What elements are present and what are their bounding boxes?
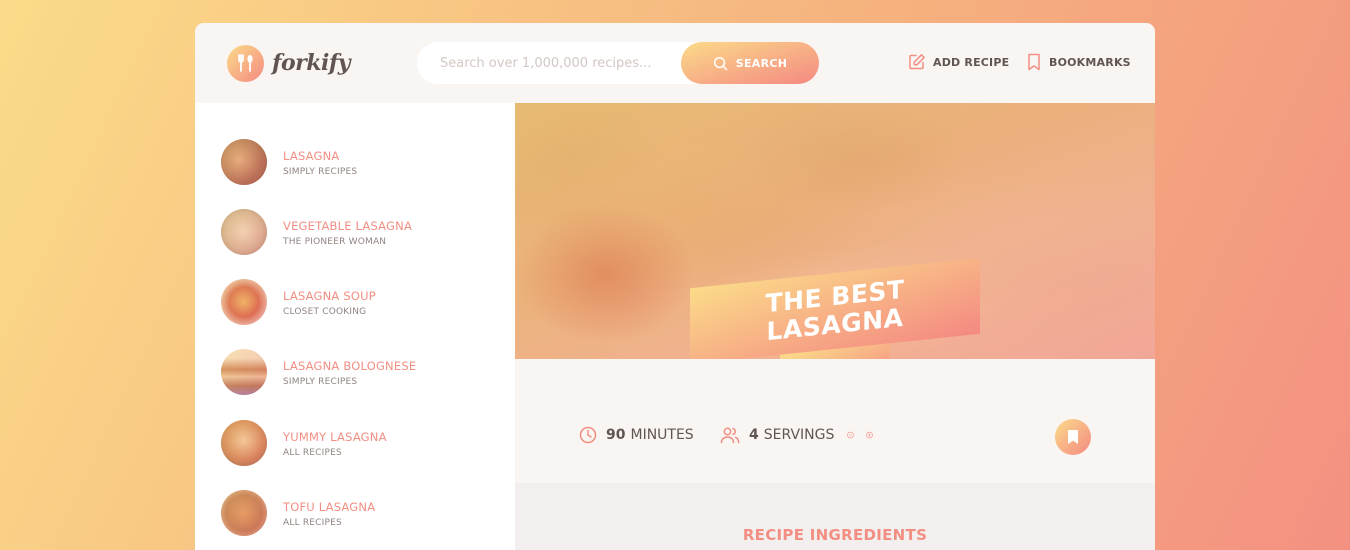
bookmarks-label: BOOKMARKS	[1049, 55, 1131, 69]
search-button-label: SEARCH	[735, 56, 788, 70]
edit-icon	[909, 54, 925, 70]
logo-text: forkify	[272, 50, 351, 76]
recipe-thumbnail	[221, 420, 267, 466]
add-recipe-button[interactable]: ADD RECIPE	[908, 53, 1009, 71]
result-title: YUMMY LASAGNA	[283, 429, 387, 444]
search-results: LASAGNA SIMPLY RECIPES VEGETABLE LASAGNA…	[195, 103, 515, 550]
servings-controls	[847, 427, 885, 443]
result-title: VEGETABLE LASAGNA	[283, 218, 413, 233]
bookmarks-button[interactable]: BOOKMARKS	[1026, 53, 1131, 71]
recipe-thumbnail	[221, 139, 267, 185]
users-icon	[720, 427, 740, 444]
recipe-thumbnail	[221, 490, 267, 536]
ingredients-section: RECIPE INGREDIENTS	[515, 483, 1155, 550]
result-title: LASAGNA SOUP	[283, 288, 376, 303]
result-item[interactable]: LASAGNA BOLOGNESE SIMPLY RECIPES	[221, 348, 501, 396]
bookmark-icon	[1028, 53, 1040, 71]
bookmark-recipe-button[interactable]	[1055, 419, 1091, 455]
header: forkify SEARCH ADD RECIPE BOOKMA	[195, 23, 1155, 103]
add-recipe-label: ADD RECIPE	[933, 55, 1010, 69]
result-item[interactable]: YUMMY LASAGNA ALL RECIPES	[221, 419, 501, 467]
servings: 4 SERVINGS	[720, 426, 885, 444]
result-item[interactable]: VEGETABLE LASAGNA THE PIONEER WOMAN	[221, 208, 501, 256]
clock-icon	[579, 426, 597, 444]
recipe-thumbnail	[221, 349, 267, 395]
servings-value: 4	[749, 427, 759, 443]
recipe-image: THE BEST LASAGNA EVER	[515, 103, 1155, 359]
search-icon	[713, 56, 728, 70]
bookmark-fill-icon	[1068, 430, 1078, 444]
result-item[interactable]: LASAGNA SIMPLY RECIPES	[221, 138, 501, 186]
result-item[interactable]: LASAGNA SOUP CLOSET COOKING	[221, 278, 501, 326]
recipe-thumbnail	[221, 279, 267, 325]
minus-circle-icon	[847, 431, 855, 439]
result-title: LASAGNA BOLOGNESE	[283, 358, 417, 373]
result-publisher: CLOSET COOKING	[283, 306, 367, 317]
increase-servings-button[interactable]	[866, 427, 882, 443]
search-input[interactable]	[417, 42, 697, 84]
result-title: LASAGNA	[283, 148, 340, 163]
servings-label: SERVINGS	[763, 427, 835, 443]
result-item[interactable]: TOFU LASAGNA ALL RECIPES	[221, 489, 501, 537]
search-form: SEARCH	[417, 42, 819, 84]
decrease-servings-button[interactable]	[847, 427, 863, 443]
ingredients-heading: RECIPE INGREDIENTS	[742, 526, 928, 544]
result-publisher: SIMPLY RECIPES	[283, 166, 358, 177]
minutes-value: 90	[606, 427, 626, 443]
result-publisher: ALL RECIPES	[283, 517, 342, 528]
result-publisher: THE PIONEER WOMAN	[283, 236, 387, 247]
forkify-app: forkify SEARCH ADD RECIPE BOOKMA	[195, 23, 1155, 550]
logo[interactable]: forkify	[227, 44, 351, 82]
recipe-view: THE BEST LASAGNA EVER 90 MINUTES 4 SERVI…	[515, 103, 1155, 550]
recipe-thumbnail	[221, 209, 267, 255]
plus-circle-icon	[866, 431, 874, 439]
result-publisher: ALL RECIPES	[283, 447, 342, 458]
cooking-time: 90 MINUTES	[579, 426, 694, 444]
result-title: TOFU LASAGNA	[283, 499, 376, 514]
fork-spoon-icon	[227, 44, 264, 82]
result-publisher: SIMPLY RECIPES	[283, 376, 358, 387]
search-button[interactable]: SEARCH	[681, 42, 819, 84]
minutes-label: MINUTES	[630, 427, 694, 443]
